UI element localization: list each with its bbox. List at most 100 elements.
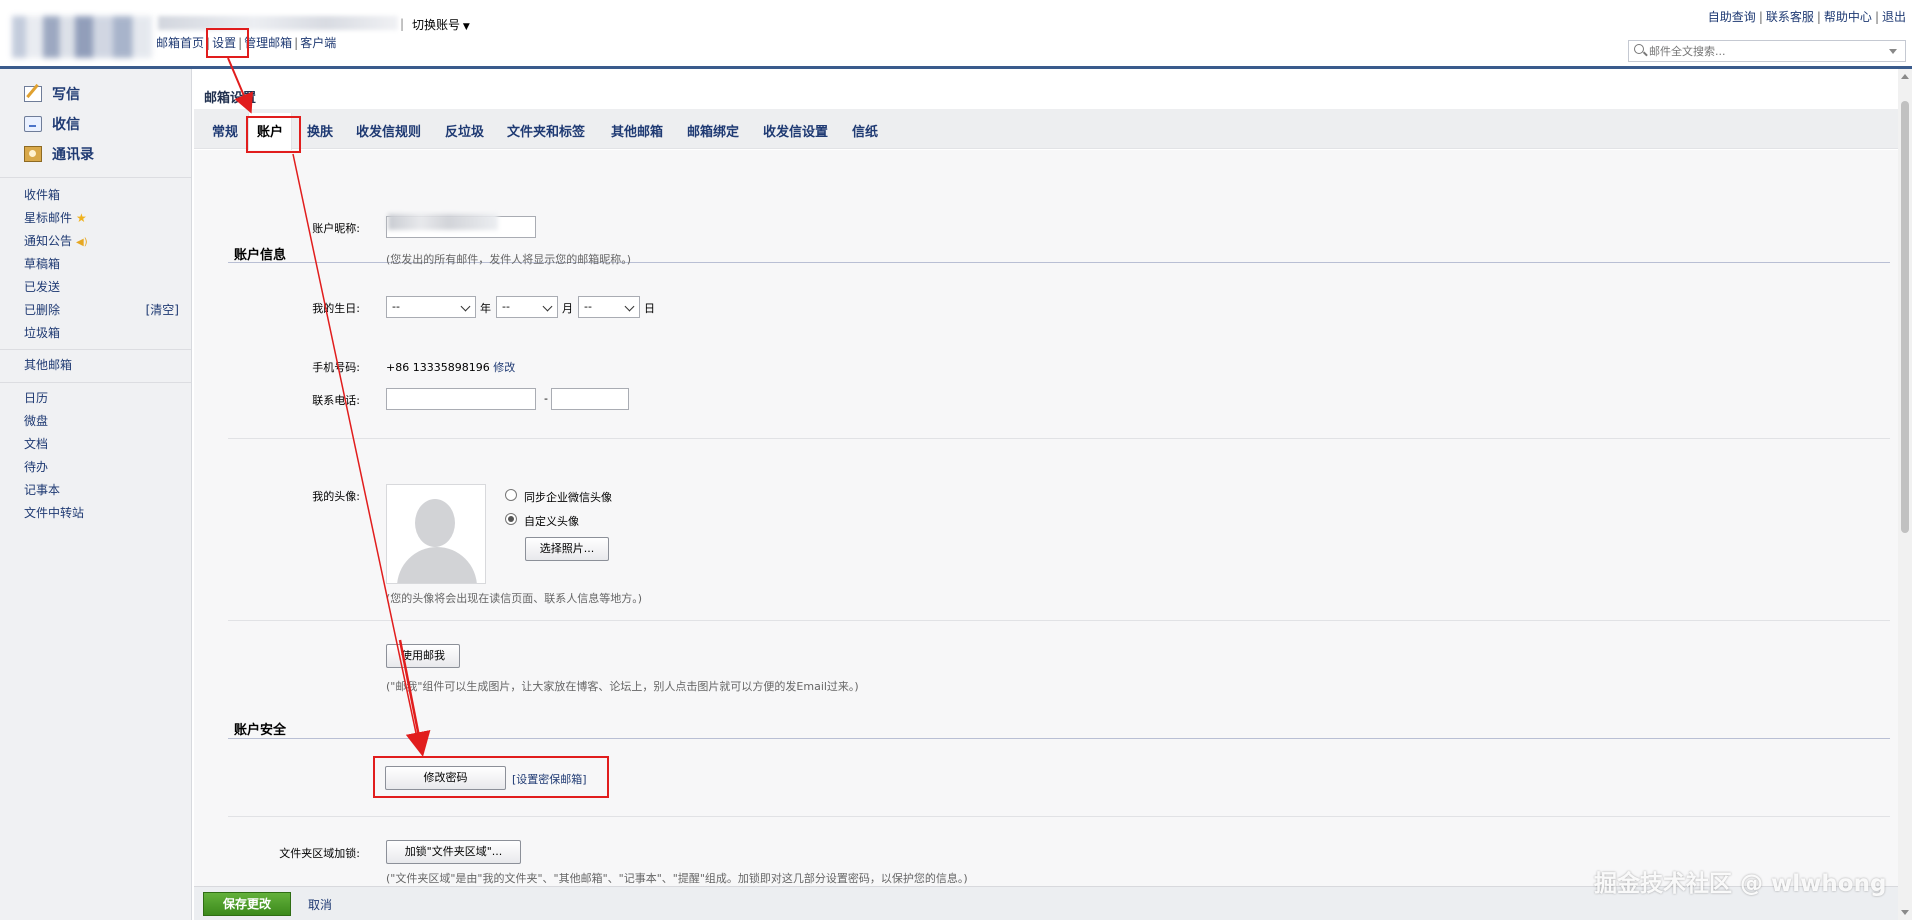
folder-lock-hint: ("文件夹区域"是由"我的文件夹"、"其他邮箱"、"记事本"、"提醒"组成。加锁… xyxy=(386,872,968,885)
link-logout[interactable]: 退出 xyxy=(1882,10,1906,24)
sidebar-item-compose[interactable]: 写信 xyxy=(24,79,191,109)
star-icon: ★ xyxy=(76,211,87,225)
sidebar-tools: 日历 微盘 文档 待办 记事本 文件中转站 xyxy=(0,383,191,525)
tab-other-mailbox[interactable]: 其他邮箱 xyxy=(611,121,663,140)
sidebar-item-receive[interactable]: 收信 xyxy=(24,109,191,139)
avatar-label: 我的头像: xyxy=(312,490,360,503)
link-mail-home[interactable]: 邮箱首页 xyxy=(156,36,204,50)
tab-stationery[interactable]: 信纸 xyxy=(852,121,878,140)
tab-antispam[interactable]: 反垃圾 xyxy=(445,121,484,140)
tab-folders-labels[interactable]: 文件夹和标签 xyxy=(507,121,585,140)
scroll-down-icon[interactable] xyxy=(1901,910,1909,915)
row-divider xyxy=(228,816,1890,817)
folder-drafts[interactable]: 草稿箱 xyxy=(24,253,191,276)
day-unit: 日 xyxy=(644,302,655,315)
row-divider xyxy=(228,438,1890,439)
folder-inbox[interactable]: 收件箱 xyxy=(24,184,191,207)
folder-sent[interactable]: 已发送 xyxy=(24,276,191,299)
avatar-body xyxy=(397,547,477,583)
month-unit: 月 xyxy=(562,302,573,315)
choose-photo-button[interactable]: 选择照片... xyxy=(525,537,609,561)
sidebar-item-drive[interactable]: 微盘 xyxy=(24,410,191,433)
birth-month-select[interactable]: -- xyxy=(496,296,558,318)
chevron-down-icon xyxy=(542,301,553,312)
birth-day-select[interactable]: -- xyxy=(578,296,640,318)
tab-mailbox-binding[interactable]: 邮箱绑定 xyxy=(687,121,739,140)
link-client[interactable]: 客户端 xyxy=(300,36,336,50)
link-settings[interactable]: 设置 xyxy=(212,36,236,50)
link-self-service[interactable]: 自助查询 xyxy=(1708,10,1756,24)
account-settings-panel: 账户信息 账户昵称: (您发出的所有邮件，发件人将显示您的邮箱昵称。) 我的生日… xyxy=(194,150,1898,920)
avatar-preview xyxy=(386,484,486,584)
compose-icon xyxy=(24,86,42,102)
lock-folder-area-button[interactable]: 加锁"文件夹区域"... xyxy=(386,840,521,864)
section-title-account-security: 账户安全 xyxy=(234,723,287,738)
tab-account[interactable]: 账户 xyxy=(248,113,293,150)
caret-down-icon: ▼ xyxy=(460,22,470,32)
link-help-center[interactable]: 帮助中心 xyxy=(1824,10,1872,24)
nickname-label: 账户昵称: xyxy=(312,222,360,235)
phone-label: 联系电话: xyxy=(312,394,360,407)
scrollbar-thumb[interactable] xyxy=(1901,101,1909,533)
radio-custom-avatar[interactable] xyxy=(505,513,517,525)
utility-links: 自助查询 | 联系客服 | 帮助中心 | 退出 xyxy=(1707,10,1906,24)
custom-avatar-label: 自定义头像 xyxy=(524,515,579,528)
tab-send-receive[interactable]: 收发信设置 xyxy=(763,121,828,140)
sidebar-item-file-transfer[interactable]: 文件中转站 xyxy=(24,502,191,525)
row-divider xyxy=(228,620,1890,621)
account-address xyxy=(158,16,398,30)
page-scrollbar[interactable] xyxy=(1898,69,1912,920)
folder-spam[interactable]: 垃圾箱 xyxy=(24,322,191,345)
sidebar-main-nav: 写信 收信 通讯录 xyxy=(0,69,191,169)
tab-mail-rules[interactable]: 收发信规则 xyxy=(356,121,421,140)
use-mail-me-button[interactable]: 使用邮我 xyxy=(386,644,460,668)
section-divider xyxy=(228,738,1890,739)
search-icon xyxy=(1634,44,1644,54)
link-manage-mail[interactable]: 管理邮箱 xyxy=(244,36,292,50)
inbox-icon xyxy=(24,116,42,132)
folder-list: 收件箱 星标邮件 ★ 通知公告 ◀) 草稿箱 已发送 已删除 [清空] 垃圾箱 xyxy=(0,177,191,345)
mobile-number: +86 13335898196 修改 xyxy=(386,361,516,374)
sidebar-item-calendar[interactable]: 日历 xyxy=(24,387,191,410)
search-dropdown-icon[interactable] xyxy=(1889,49,1897,54)
folder-starred[interactable]: 星标邮件 ★ xyxy=(24,207,191,230)
link-contact-support[interactable]: 联系客服 xyxy=(1766,10,1814,24)
save-changes-button[interactable]: 保存更改 xyxy=(203,892,291,916)
cancel-link[interactable]: 取消 xyxy=(308,896,332,913)
tab-general[interactable]: 常规 xyxy=(212,121,238,140)
sidebar-item-todo[interactable]: 待办 xyxy=(24,456,191,479)
chevron-down-icon xyxy=(624,301,635,312)
scroll-up-icon[interactable] xyxy=(1901,74,1909,79)
avatar-head xyxy=(415,499,455,547)
mobile-label: 手机号码: xyxy=(312,361,360,374)
settings-tabs: 常规 账户 换肤 收发信规则 反垃圾 文件夹和标签 其他邮箱 邮箱绑定 收发信设… xyxy=(194,109,1898,150)
company-logo xyxy=(12,16,152,58)
year-unit: 年 xyxy=(480,302,491,315)
contacts-icon xyxy=(24,146,42,162)
phone-number-input[interactable] xyxy=(551,388,629,410)
sidebar-item-docs[interactable]: 文档 xyxy=(24,433,191,456)
sidebar-item-contacts[interactable]: 通讯录 xyxy=(24,139,191,169)
birth-year-select[interactable]: -- xyxy=(386,296,476,318)
search-input[interactable] xyxy=(1649,43,1879,59)
folder-lock-label: 文件夹区域加锁: xyxy=(279,847,360,860)
mail-me-hint: ("邮我"组件可以生成图片，让大家放在博客、论坛上，别人点击图片就可以方便的发E… xyxy=(386,680,859,693)
edit-mobile-link[interactable]: 修改 xyxy=(493,361,515,374)
sidebar-item-notes[interactable]: 记事本 xyxy=(24,479,191,502)
chevron-down-icon xyxy=(460,301,471,312)
folder-announcements[interactable]: 通知公告 ◀) xyxy=(24,230,191,253)
sync-wecom-avatar-label: 同步企业微信头像 xyxy=(524,491,612,504)
tab-skin[interactable]: 换肤 xyxy=(307,121,333,140)
nickname-hint: (您发出的所有邮件，发件人将显示您的邮箱昵称。) xyxy=(386,253,632,266)
empty-trash-link[interactable]: [清空] xyxy=(146,299,179,322)
top-header: | 切换账号 ▼ 邮箱首页 | 设置 | 管理邮箱 | 客户端 自助查询 | 联系客服 | 帮助中心… xyxy=(0,0,1912,66)
birthday-label: 我的生日: xyxy=(312,302,360,315)
mail-search-box[interactable] xyxy=(1628,40,1906,62)
sidebar-item-other-mailbox[interactable]: 其他邮箱 xyxy=(0,350,191,378)
section-title-account-info: 账户信息 xyxy=(234,248,287,263)
folder-deleted[interactable]: 已删除 [清空] xyxy=(24,299,191,322)
radio-sync-wecom-avatar[interactable] xyxy=(505,489,517,501)
page-title: 邮箱设置 xyxy=(204,91,257,106)
switch-account-menu[interactable]: 切换账号 ▼ xyxy=(412,16,470,33)
phone-area-input[interactable] xyxy=(386,388,536,410)
